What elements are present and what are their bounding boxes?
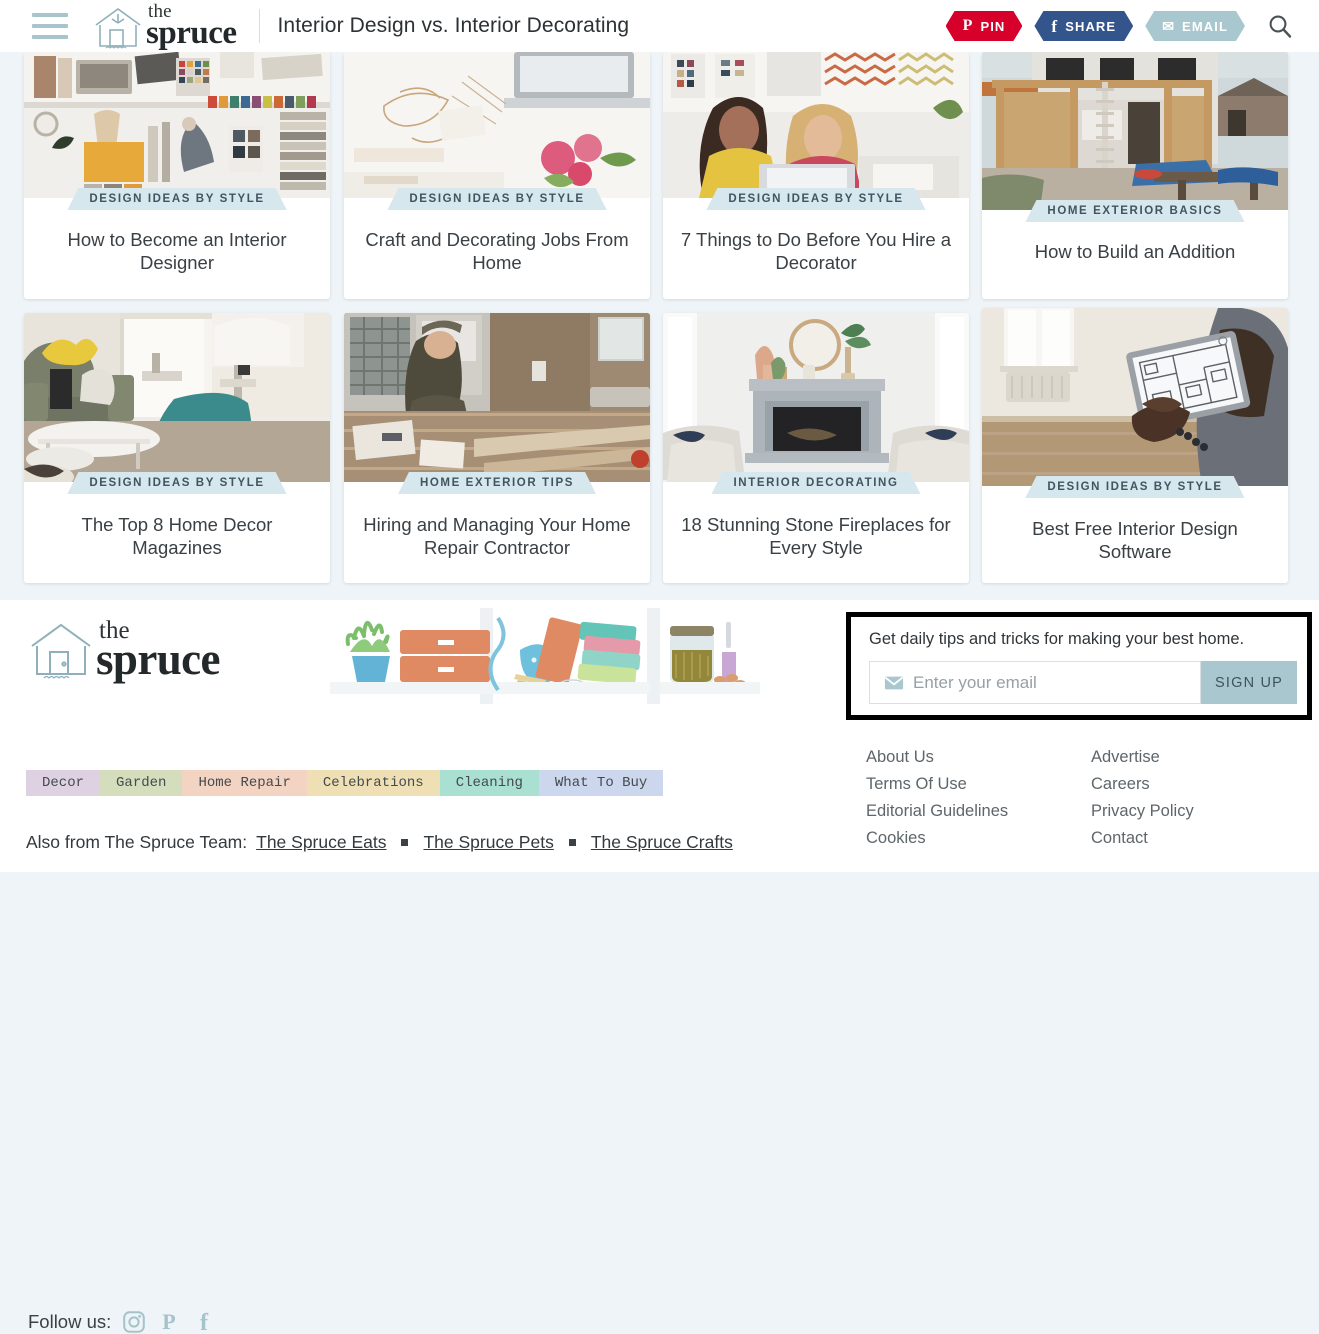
email-button-label: EMAIL <box>1182 18 1228 34</box>
email-button[interactable]: ✉ EMAIL <box>1145 11 1245 41</box>
also-from-label: Also from The Spruce Team: <box>26 832 248 852</box>
card-image-contractor-flooring <box>344 313 650 482</box>
card-image-house-addition <box>982 52 1288 210</box>
article-card[interactable]: HOME EXTERIOR BASICS How to Build an Add… <box>982 52 1288 299</box>
separator-dot <box>568 839 576 846</box>
separator-dot <box>401 839 409 846</box>
tag-garden[interactable]: Garden <box>100 770 183 796</box>
footer-links-column-2: Advertise Careers Privacy Policy Contact <box>1091 744 1194 852</box>
newsletter-signup-button[interactable]: SIGN UP <box>1201 661 1297 704</box>
envelope-icon <box>884 676 904 689</box>
card-image-craft-desk <box>344 52 650 198</box>
header-actions: P PIN f SHARE ✉ EMAIL <box>946 11 1293 41</box>
pin-button[interactable]: P PIN <box>946 11 1023 41</box>
footer-link-privacy-policy[interactable]: Privacy Policy <box>1091 798 1194 825</box>
card-category-badge[interactable]: DESIGN IDEAS BY STYLE <box>1025 476 1244 498</box>
newsletter-form: SIGN UP <box>869 661 1297 704</box>
facebook-icon: f <box>1051 16 1059 36</box>
tag-decor[interactable]: Decor <box>26 770 101 796</box>
card-title[interactable]: Craft and Decorating Jobs From Home <box>356 228 638 274</box>
card-category-badge[interactable]: DESIGN IDEAS BY STYLE <box>706 188 925 210</box>
card-image-two-women-laptop <box>663 52 969 198</box>
page-title: Interior Design vs. Interior Decorating <box>277 14 630 37</box>
footer-category-tags: Decor Garden Home Repair Celebrations Cl… <box>26 770 664 796</box>
tag-celebrations[interactable]: Celebrations <box>306 770 440 796</box>
article-card[interactable]: DESIGN IDEAS BY STYLE 7 Things to Do Bef… <box>663 52 969 299</box>
card-title[interactable]: Best Free Interior Design Software <box>994 517 1276 563</box>
also-from-row: Also from The Spruce Team: The Spruce Ea… <box>26 832 733 853</box>
card-image-designer-desk <box>24 52 330 198</box>
footer-link-terms-of-use[interactable]: Terms Of Use <box>866 771 1008 798</box>
site-logo[interactable]: the spruce <box>92 2 237 50</box>
follow-us-label: Follow us: <box>28 1311 112 1332</box>
card-title[interactable]: The Top 8 Home Decor Magazines <box>36 513 318 559</box>
link-spruce-pets[interactable]: The Spruce Pets <box>423 832 553 853</box>
site-header: the spruce Interior Design vs. Interior … <box>0 0 1319 52</box>
card-image-stone-fireplace <box>663 313 969 482</box>
instagram-icon[interactable] <box>122 1310 146 1334</box>
svg-text:f: f <box>200 1310 209 1334</box>
card-category-badge[interactable]: HOME EXTERIOR BASICS <box>1025 200 1244 222</box>
article-card-grid: DESIGN IDEAS BY STYLE How to Become an I… <box>0 52 1319 600</box>
article-card[interactable]: DESIGN IDEAS BY STYLE Craft and Decorati… <box>344 52 650 299</box>
share-button-label: SHARE <box>1065 18 1117 34</box>
footer-logo-spruce-text: spruce <box>96 634 220 684</box>
follow-us-block: Follow us: P f <box>28 1310 216 1334</box>
footer-link-careers[interactable]: Careers <box>1091 771 1194 798</box>
card-category-badge[interactable]: DESIGN IDEAS BY STYLE <box>67 472 286 494</box>
footer-links-column-1: About Us Terms Of Use Editorial Guidelin… <box>866 744 1008 852</box>
article-card[interactable]: INTERIOR DECORATING 18 Stunning Stone Fi… <box>663 313 969 583</box>
facebook-icon[interactable]: f <box>192 1310 216 1334</box>
card-category-badge[interactable]: HOME EXTERIOR TIPS <box>398 472 596 494</box>
card-title[interactable]: 7 Things to Do Before You Hire a Decorat… <box>675 228 957 274</box>
search-icon[interactable] <box>1267 13 1293 39</box>
hamburger-icon[interactable] <box>32 13 68 39</box>
footer-link-editorial-guidelines[interactable]: Editorial Guidelines <box>866 798 1008 825</box>
footer-link-advertise[interactable]: Advertise <box>1091 744 1194 771</box>
tag-what-to-buy[interactable]: What To Buy <box>538 770 664 796</box>
article-card[interactable]: HOME EXTERIOR TIPS Hiring and Managing Y… <box>344 313 650 583</box>
pinterest-icon: P <box>962 17 974 34</box>
footer-logo[interactable]: the spruce <box>28 618 220 682</box>
card-title[interactable]: How to Build an Addition <box>994 240 1276 263</box>
card-category-badge[interactable]: DESIGN IDEAS BY STYLE <box>387 188 606 210</box>
newsletter-copy: Get daily tips and tricks for making you… <box>869 630 1245 648</box>
house-logo-icon <box>31 623 91 679</box>
article-card[interactable]: DESIGN IDEAS BY STYLE How to Become an I… <box>24 52 330 299</box>
shelf-illustration <box>330 608 760 714</box>
house-logo-icon <box>95 8 141 49</box>
card-title[interactable]: Hiring and Managing Your Home Repair Con… <box>356 513 638 559</box>
card-title[interactable]: How to Become an Interior Designer <box>36 228 318 274</box>
pinterest-icon[interactable]: P <box>157 1310 181 1334</box>
share-button[interactable]: f SHARE <box>1034 11 1133 41</box>
link-spruce-eats[interactable]: The Spruce Eats <box>256 832 386 853</box>
footer-link-contact[interactable]: Contact <box>1091 825 1194 852</box>
newsletter-email-input[interactable] <box>912 672 1200 693</box>
card-category-badge[interactable]: DESIGN IDEAS BY STYLE <box>67 188 286 210</box>
footer-link-cookies[interactable]: Cookies <box>866 825 1008 852</box>
envelope-icon: ✉ <box>1162 18 1176 34</box>
tag-cleaning[interactable]: Cleaning <box>439 770 539 796</box>
card-image-tablet-floorplan <box>982 308 1288 486</box>
link-spruce-crafts[interactable]: The Spruce Crafts <box>591 832 733 853</box>
card-category-badge[interactable]: INTERIOR DECORATING <box>712 472 921 494</box>
logo-spruce-text: spruce <box>146 15 237 51</box>
article-card[interactable]: DESIGN IDEAS BY STYLE The Top 8 Home Dec… <box>24 313 330 583</box>
header-divider <box>258 9 260 43</box>
pin-button-label: PIN <box>980 18 1006 34</box>
svg-text:P: P <box>163 1310 176 1334</box>
tag-home-repair[interactable]: Home Repair <box>182 770 307 796</box>
footer-link-about-us[interactable]: About Us <box>866 744 1008 771</box>
article-card[interactable]: DESIGN IDEAS BY STYLE Best Free Interior… <box>982 308 1288 583</box>
newsletter-input-wrap[interactable] <box>869 661 1201 704</box>
card-title[interactable]: 18 Stunning Stone Fireplaces for Every S… <box>675 513 957 559</box>
newsletter-signup-box: Get daily tips and tricks for making you… <box>846 612 1312 720</box>
card-image-living-room <box>24 313 330 482</box>
